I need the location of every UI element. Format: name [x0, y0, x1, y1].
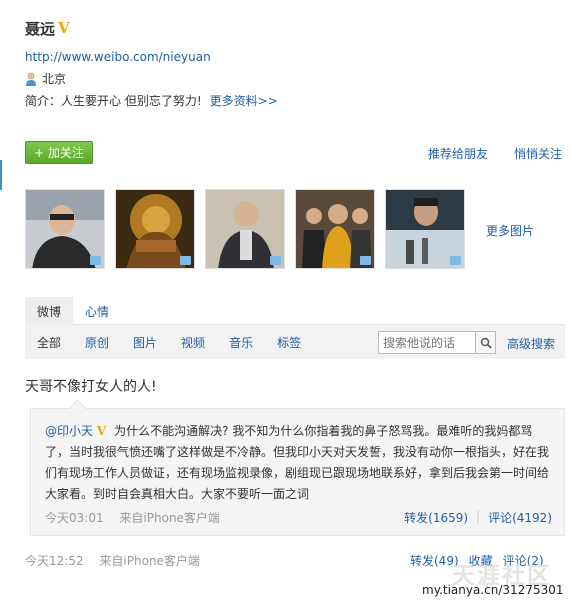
- advanced-search-link[interactable]: 高级搜索: [507, 335, 555, 352]
- profile-name[interactable]: 聂远: [25, 18, 55, 39]
- post-source[interactable]: 来自iPhone客户端: [99, 554, 200, 568]
- repost-actions: 转发(1659) | 评论(4192): [404, 509, 552, 526]
- reposted-weibo: @印小天 V 为什么不能沟通解决? 我不知为什么你指着我的鼻子怒骂我。最难听的我妈…: [30, 408, 565, 536]
- more-photos-link[interactable]: 更多图片: [486, 222, 534, 239]
- repost-meta: 今天03:01 来自iPhone客户端: [45, 509, 232, 526]
- photo-thumbnail[interactable]: [295, 189, 375, 269]
- tab-weibo[interactable]: 微博: [25, 297, 73, 325]
- photo-badge-icon: [360, 256, 371, 265]
- repost-forward-link[interactable]: 转发(1659): [404, 509, 468, 526]
- follow-button[interactable]: + 加关注: [25, 141, 93, 164]
- separator: |: [476, 509, 481, 523]
- photo-badge-icon: [90, 256, 101, 265]
- location-row: 北京: [25, 70, 66, 87]
- more-info-link[interactable]: 更多资料>>: [210, 94, 278, 108]
- photo-thumbnail[interactable]: [115, 189, 195, 269]
- recommend-link[interactable]: 推荐给朋友: [428, 145, 488, 162]
- repost-source[interactable]: 来自iPhone客户端: [119, 511, 220, 525]
- photo-thumbnail[interactable]: [205, 189, 285, 269]
- repost-text: 为什么不能沟通解决? 我不知为什么你指着我的鼻子怒骂我。最难听的我妈都骂了，当时…: [45, 424, 550, 501]
- filter-bar: 全部 原创 图片 视频 音乐 标签 高级搜索: [25, 325, 565, 359]
- photo-badge-icon: [270, 256, 281, 265]
- search-icon: [480, 337, 492, 349]
- content-tabs: 微博 心情: [25, 297, 565, 325]
- post-time[interactable]: 今天12:52: [25, 554, 84, 568]
- profile-url[interactable]: http://www.weibo.com/nieyuan: [25, 50, 211, 64]
- repost-comment-link[interactable]: 评论(4192): [488, 509, 552, 526]
- search-input[interactable]: [378, 331, 476, 354]
- quiet-follow-link[interactable]: 悄悄关注: [514, 145, 562, 162]
- intro-text: 人生要开心 但别忘了努力!: [61, 94, 202, 108]
- photo-strip: [25, 189, 465, 269]
- weibo-profile-page: 聂远 V http://www.weibo.com/nieyuan 北京 简介：…: [0, 0, 573, 605]
- photo-thumbnail[interactable]: [385, 189, 465, 269]
- filter-video[interactable]: 视频: [181, 334, 205, 351]
- repost-time[interactable]: 今天03:01: [45, 511, 104, 525]
- verified-badge-icon: V: [58, 19, 70, 37]
- watermark-url: my.tianya.cn/31275301: [422, 583, 564, 597]
- location-text: 北京: [42, 72, 67, 86]
- filter-pictures[interactable]: 图片: [133, 334, 157, 351]
- left-accent-bar: [0, 160, 2, 190]
- repost-content: @印小天 V 为什么不能沟通解决? 我不知为什么你指着我的鼻子怒骂我。最难听的我妈…: [45, 421, 553, 505]
- person-icon: [26, 72, 36, 86]
- tab-mood[interactable]: 心情: [73, 297, 121, 325]
- name-row: 聂远 V: [25, 16, 565, 40]
- intro-label: 简介：: [25, 94, 62, 108]
- photo-badge-icon: [180, 256, 191, 265]
- profile-header: 聂远 V http://www.weibo.com/nieyuan 北京 简介：…: [25, 16, 565, 108]
- post-meta: 今天12:52 来自iPhone客户端: [25, 552, 212, 569]
- photo-badge-icon: [450, 256, 461, 265]
- intro-row: 简介：人生要开心 但别忘了努力! 更多资料>>: [25, 92, 278, 109]
- filter-all[interactable]: 全部: [37, 334, 61, 351]
- photo-thumbnail[interactable]: [25, 189, 105, 269]
- filter-original[interactable]: 原创: [85, 334, 109, 351]
- search-button[interactable]: [476, 331, 496, 354]
- repost-author-link[interactable]: @印小天: [45, 424, 93, 438]
- top-action-links: 推荐给朋友 悄悄关注: [428, 145, 562, 162]
- verified-badge-icon: V: [96, 424, 107, 438]
- post-text: 天哥不像打女人的人!: [25, 379, 157, 395]
- filter-tags[interactable]: 标签: [277, 334, 301, 351]
- filter-music[interactable]: 音乐: [229, 334, 253, 351]
